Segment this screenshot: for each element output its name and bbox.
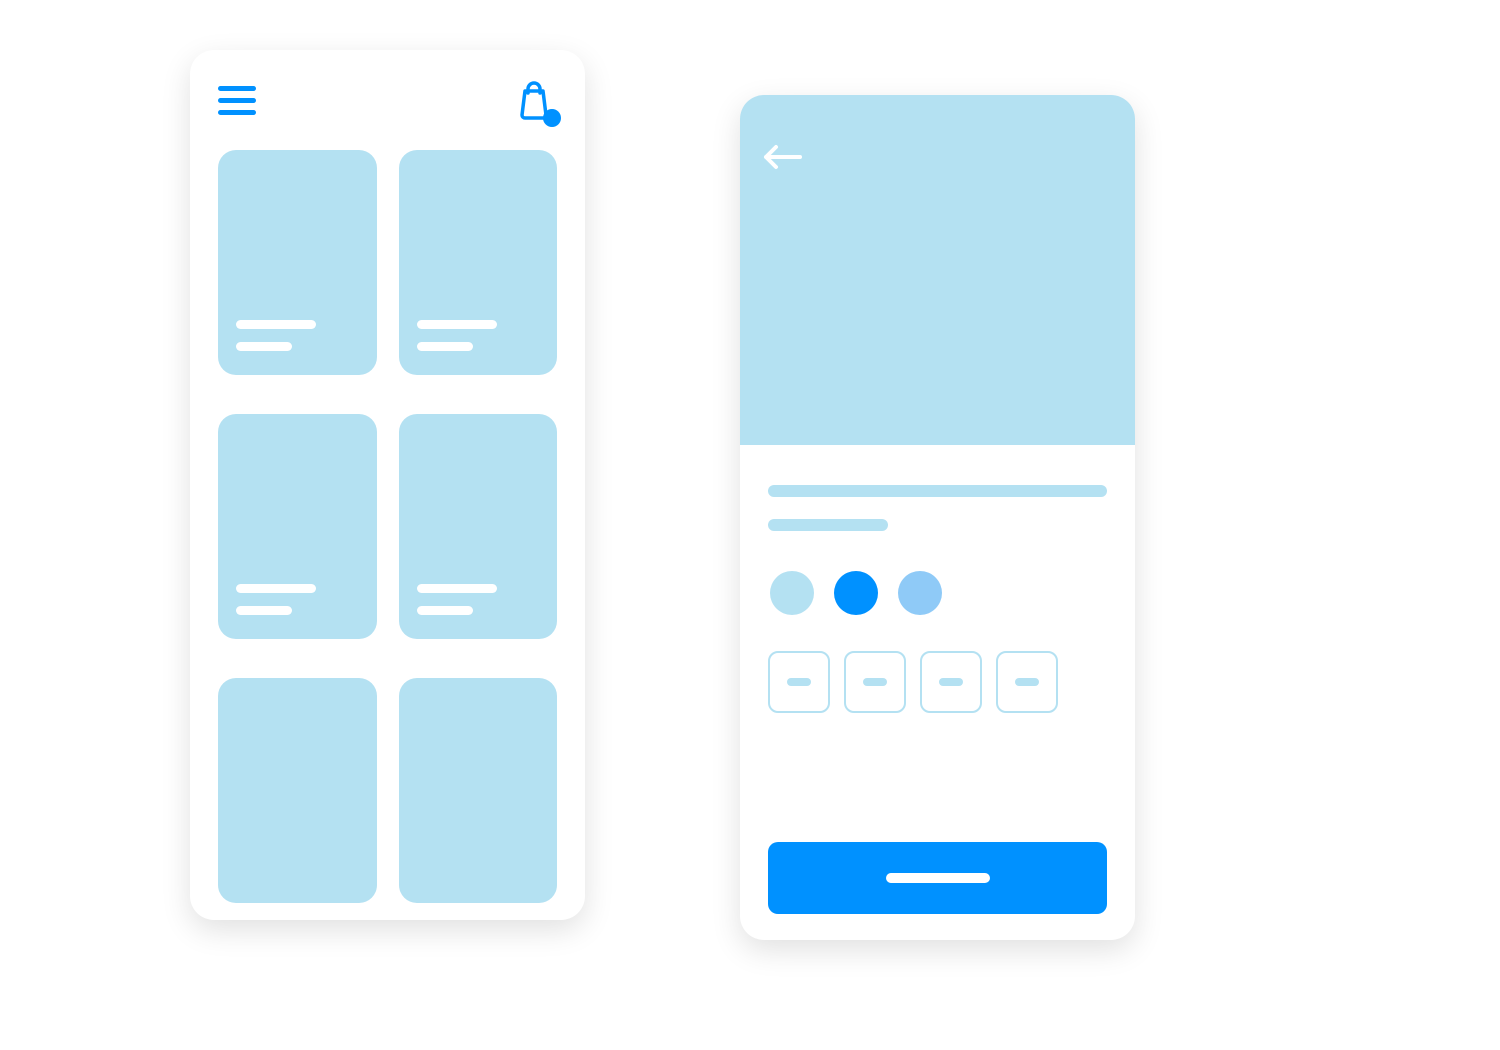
catalog-header bbox=[190, 50, 585, 150]
product-card[interactable] bbox=[218, 150, 377, 375]
product-price-placeholder bbox=[417, 342, 473, 351]
size-chip[interactable] bbox=[844, 651, 906, 713]
color-swatch[interactable] bbox=[834, 571, 878, 615]
color-swatch[interactable] bbox=[770, 571, 814, 615]
product-title-placeholder bbox=[236, 584, 316, 593]
shopping-bag-button[interactable] bbox=[511, 77, 557, 123]
add-to-cart-button[interactable] bbox=[768, 842, 1107, 914]
arrow-left-icon bbox=[762, 143, 802, 171]
product-price-placeholder bbox=[236, 606, 292, 615]
product-price-placeholder bbox=[236, 342, 292, 351]
product-card[interactable] bbox=[399, 678, 558, 903]
color-options bbox=[768, 571, 1107, 615]
product-card[interactable] bbox=[399, 414, 558, 639]
product-title-placeholder bbox=[236, 320, 316, 329]
size-label-placeholder bbox=[1015, 678, 1039, 686]
size-label-placeholder bbox=[863, 678, 887, 686]
hamburger-icon[interactable] bbox=[218, 86, 256, 115]
size-chip[interactable] bbox=[920, 651, 982, 713]
product-detail-body bbox=[740, 445, 1135, 713]
product-title-placeholder bbox=[768, 485, 1107, 497]
product-card[interactable] bbox=[218, 678, 377, 903]
cta-label-placeholder bbox=[886, 873, 990, 883]
product-price-placeholder bbox=[417, 606, 473, 615]
product-grid bbox=[190, 150, 585, 920]
color-swatch[interactable] bbox=[898, 571, 942, 615]
catalog-screen bbox=[190, 50, 585, 920]
size-chip[interactable] bbox=[768, 651, 830, 713]
product-hero-image bbox=[740, 95, 1135, 445]
size-options bbox=[768, 651, 1107, 713]
product-card[interactable] bbox=[218, 414, 377, 639]
product-title-placeholder bbox=[417, 320, 497, 329]
size-label-placeholder bbox=[787, 678, 811, 686]
cart-badge-icon bbox=[543, 109, 561, 127]
size-chip[interactable] bbox=[996, 651, 1058, 713]
product-subtitle-placeholder bbox=[768, 519, 888, 531]
back-button[interactable] bbox=[762, 143, 802, 171]
product-card[interactable] bbox=[399, 150, 558, 375]
size-label-placeholder bbox=[939, 678, 963, 686]
product-detail-screen bbox=[740, 95, 1135, 940]
product-title-placeholder bbox=[417, 584, 497, 593]
